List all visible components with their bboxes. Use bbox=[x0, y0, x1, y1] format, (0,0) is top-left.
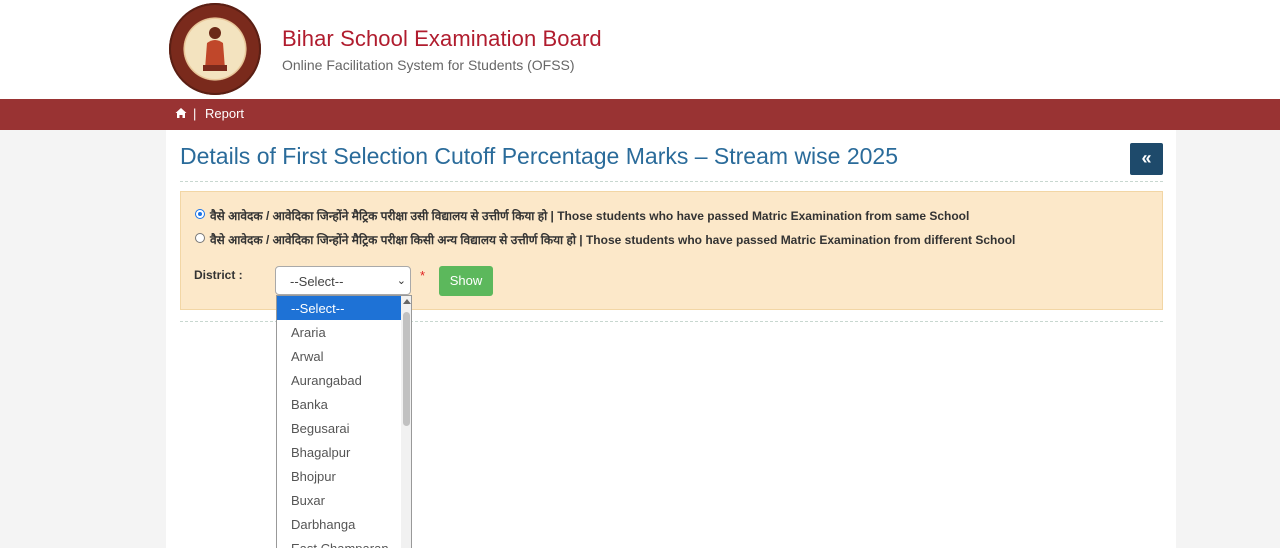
nav-link-report[interactable]: Report bbox=[205, 106, 244, 121]
radio-same-school[interactable] bbox=[195, 209, 205, 219]
scroll-up-arrow-icon[interactable] bbox=[403, 299, 411, 304]
scrollbar-thumb[interactable] bbox=[403, 312, 410, 426]
dropdown-option[interactable]: Arwal bbox=[277, 344, 401, 368]
dropdown-option[interactable]: Araria bbox=[277, 320, 401, 344]
site-title: Bihar School Examination Board bbox=[282, 26, 602, 51]
dropdown-option[interactable]: Buxar bbox=[277, 488, 401, 512]
radio-label-same-school[interactable]: वैसे आवेदक / आवेदिका जिन्होंने मैट्रिक प… bbox=[210, 207, 969, 224]
chevron-down-icon: ⌄ bbox=[396, 275, 406, 287]
required-asterisk: * bbox=[420, 268, 426, 283]
district-dropdown-list[interactable]: --Select-- Araria Arwal Aurangabad Banka… bbox=[276, 295, 412, 548]
dropdown-option[interactable]: Bhojpur bbox=[277, 464, 401, 488]
site-subtitle: Online Facilitation System for Students … bbox=[282, 57, 575, 73]
home-icon[interactable] bbox=[175, 107, 187, 119]
district-select[interactable]: --Select-- ⌄ bbox=[275, 266, 411, 295]
dropdown-option[interactable]: Aurangabad bbox=[277, 368, 401, 392]
dropdown-option[interactable]: East Champaran bbox=[277, 536, 401, 548]
radio-different-school[interactable] bbox=[195, 233, 205, 243]
divider-top bbox=[180, 181, 1163, 182]
bseb-logo bbox=[169, 3, 261, 95]
radio-label-different-school[interactable]: वैसे आवेदक / आवेदिका जिन्होंने मैट्रिक प… bbox=[210, 231, 1015, 248]
navbar: | Report bbox=[0, 99, 1280, 130]
back-button[interactable]: « bbox=[1130, 143, 1163, 175]
dropdown-option[interactable]: Darbhanga bbox=[277, 512, 401, 536]
dropdown-option[interactable]: Bhagalpur bbox=[277, 440, 401, 464]
dropdown-scrollbar[interactable] bbox=[401, 296, 411, 548]
district-label: District : bbox=[194, 268, 243, 282]
show-button[interactable]: Show bbox=[439, 266, 493, 296]
page-title: Details of First Selection Cutoff Percen… bbox=[180, 143, 899, 169]
district-select-value: --Select-- bbox=[290, 274, 344, 289]
nav-separator: | bbox=[193, 106, 197, 121]
dropdown-option[interactable]: Begusarai bbox=[277, 416, 401, 440]
dropdown-option[interactable]: --Select-- bbox=[277, 296, 401, 320]
dropdown-option[interactable]: Banka bbox=[277, 392, 401, 416]
site-header: Bihar School Examination Board Online Fa… bbox=[0, 0, 1280, 99]
